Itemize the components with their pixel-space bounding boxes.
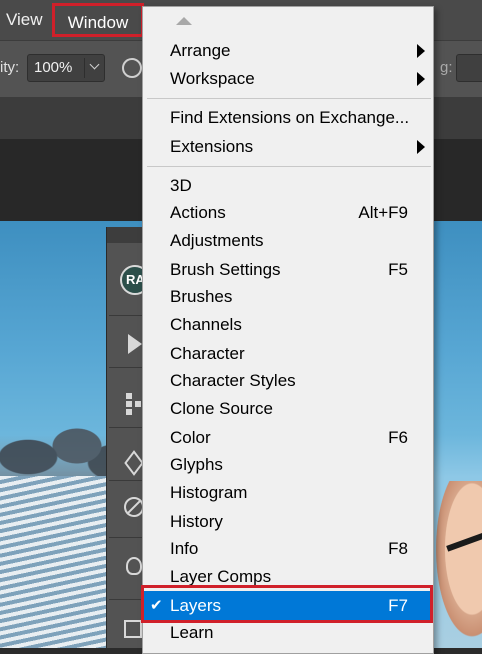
menu-item-label: Layer Comps <box>170 567 272 586</box>
menu-item-label: Extensions <box>170 137 254 156</box>
menu-item-glyphs[interactable]: Glyphs <box>143 451 433 479</box>
menu-item-learn[interactable]: Learn <box>143 619 433 647</box>
opacity-label: ity: <box>0 59 20 76</box>
menu-item-histogram[interactable]: Histogram <box>143 479 433 507</box>
menu-item-layers[interactable]: ✔ Layers F7 <box>143 591 433 621</box>
menu-item-label: Arrange <box>170 41 231 60</box>
menu-item-find-extensions[interactable]: Find Extensions on Exchange... <box>143 104 433 132</box>
menu-item-shortcut: F5 <box>388 260 408 279</box>
menu-item-layer-comps[interactable]: Layer Comps <box>143 563 433 591</box>
opacity-field[interactable]: 100% <box>27 54 105 82</box>
menu-item-label: Character Styles <box>170 371 296 390</box>
layout-grid-icon[interactable] <box>126 393 142 415</box>
chevron-down-icon[interactable] <box>89 59 100 70</box>
scroll-up-arrow-icon[interactable] <box>176 17 192 25</box>
menu-item-clone-source[interactable]: Clone Source <box>143 395 433 423</box>
menu-item-shortcut: Alt+F9 <box>358 203 408 222</box>
menu-item-label: Workspace <box>170 69 255 88</box>
tool-divider <box>109 315 145 316</box>
menu-item-label: Layers <box>170 596 222 615</box>
menu-item-label: Brush Settings <box>170 260 281 279</box>
menu-item-channels[interactable]: Channels <box>143 311 433 339</box>
menu-item-character-styles[interactable]: Character Styles <box>143 367 433 395</box>
menu-item-character[interactable]: Character <box>143 340 433 368</box>
options-right-label: g: <box>440 59 453 76</box>
menu-item-label: Adjustments <box>170 231 264 250</box>
tool-divider <box>109 480 145 481</box>
submenu-arrow-icon <box>417 72 425 86</box>
menu-view[interactable]: View <box>6 0 43 40</box>
frame-icon[interactable] <box>124 620 142 638</box>
play-icon[interactable] <box>128 334 142 354</box>
menu-item-label: History <box>170 512 223 531</box>
menu-item-label: Color <box>170 428 211 447</box>
menu-separator <box>147 166 431 167</box>
menu-separator <box>147 98 431 99</box>
menu-item-color[interactable]: Color F6 <box>143 424 433 452</box>
menu-item-label: Learn <box>170 623 214 642</box>
menu-item-label: Info <box>170 539 199 558</box>
tools-panel-header[interactable] <box>107 227 147 243</box>
menu-item-actions[interactable]: Actions Alt+F9 <box>143 199 433 227</box>
menu-item-workspace[interactable]: Workspace <box>143 65 433 93</box>
checkmark-icon: ✔ <box>150 597 163 614</box>
menu-item-label: Glyphs <box>170 455 223 474</box>
submenu-arrow-icon <box>417 140 425 154</box>
submenu-arrow-icon <box>417 44 425 58</box>
menu-item-shortcut: F7 <box>388 596 408 615</box>
airbrush-icon[interactable] <box>122 58 142 78</box>
lightbulb-icon[interactable] <box>126 557 142 575</box>
menu-item-3d[interactable]: 3D <box>143 172 433 200</box>
menu-item-label: Histogram <box>170 483 248 502</box>
menu-item-extensions[interactable]: Extensions <box>143 133 433 161</box>
circle-slash-icon[interactable] <box>124 497 144 517</box>
window-menu-dropdown: Arrange Workspace Find Extensions on Exc… <box>142 6 434 654</box>
menu-item-adjustments[interactable]: Adjustments <box>143 227 433 255</box>
tool-divider <box>109 427 145 428</box>
options-right-field[interactable] <box>456 54 482 82</box>
opacity-value: 100% <box>34 59 73 76</box>
opacity-separator <box>84 58 85 78</box>
menu-item-label: Character <box>170 344 245 363</box>
menu-item-info[interactable]: Info F8 <box>143 535 433 563</box>
menu-item-label: 3D <box>170 176 192 195</box>
menu-item-label: Actions <box>170 203 226 222</box>
menu-item-brush-settings[interactable]: Brush Settings F5 <box>143 256 433 284</box>
menu-item-label: Clone Source <box>170 399 274 418</box>
tool-divider <box>109 599 145 600</box>
menu-item-shortcut: F6 <box>388 428 408 447</box>
menu-window[interactable]: Window <box>52 3 144 37</box>
menu-item-label: Brushes <box>170 287 233 306</box>
menu-item-arrange[interactable]: Arrange <box>143 37 433 65</box>
tool-divider <box>109 537 145 538</box>
tool-divider <box>109 367 145 368</box>
menu-item-brushes[interactable]: Brushes <box>143 283 433 311</box>
menu-item-label: Find Extensions on Exchange... <box>170 108 410 127</box>
menu-item-shortcut: F8 <box>388 539 408 558</box>
menu-item-label: Channels <box>170 315 242 334</box>
menu-item-history[interactable]: History <box>143 508 433 536</box>
person-shoulder <box>430 481 482 648</box>
